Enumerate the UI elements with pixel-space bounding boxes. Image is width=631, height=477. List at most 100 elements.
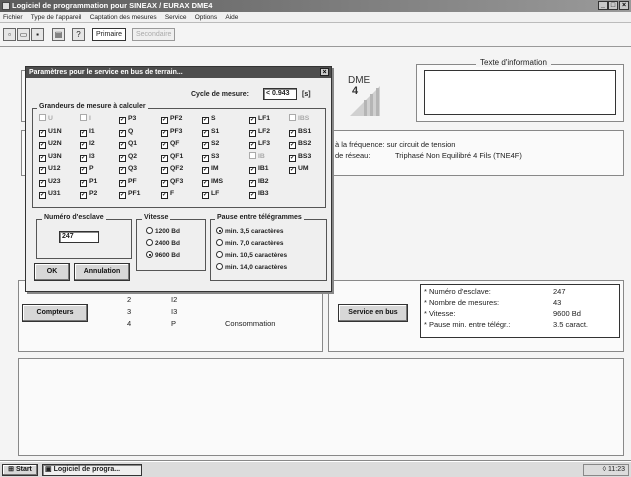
quantity-checkbox[interactable]: ✓ QF3	[161, 177, 183, 187]
quantity-checkbox[interactable]: ✓ Q	[119, 127, 133, 137]
quantity-checkbox[interactable]: ✓ U23	[39, 177, 60, 187]
quantity-checkbox[interactable]: ✓ P1	[80, 177, 97, 187]
quantity-checkbox[interactable]: ✓ QF	[161, 139, 179, 149]
quantity-checkbox[interactable]: ✓ U31	[39, 189, 60, 199]
quantity-label: P	[89, 165, 94, 172]
quantity-checkbox[interactable]: ✓ S2	[202, 139, 219, 149]
taskbar: ⊞ Start ▣ Logiciel de progra... ◊ 11:23	[0, 461, 631, 477]
taskbar-app-button[interactable]: ▣ Logiciel de progra...	[42, 464, 142, 476]
quantity-checkbox[interactable]: ✓ IB2	[249, 177, 269, 187]
close-window-button[interactable]: ×	[619, 1, 629, 10]
start-button[interactable]: ⊞ Start	[2, 464, 38, 476]
quantity-checkbox[interactable]: ✓ IMS	[202, 177, 223, 187]
quantity-checkbox[interactable]: ✓ Q2	[119, 152, 137, 162]
quantity-checkbox[interactable]: ✓ P3	[119, 114, 136, 124]
pause-radio[interactable]: min. 14,0 caractères	[216, 263, 287, 275]
quantity-label: UM	[298, 165, 309, 172]
quantity-label: Q2	[128, 152, 138, 160]
menu-aide[interactable]: Aide	[222, 12, 241, 23]
quantity-checkbox[interactable]: ✓ BS1	[289, 127, 311, 137]
speaker-icon[interactable]: ◊	[603, 466, 606, 473]
maximize-button[interactable]: □	[608, 1, 618, 10]
slave-number-field[interactable]: 247	[59, 231, 99, 243]
quantity-checkbox[interactable]: IBS	[289, 114, 309, 123]
secondary-button[interactable]: Secondaire	[132, 28, 176, 41]
checkmark-icon: ✓	[202, 167, 209, 174]
cycle-value-field[interactable]: < 0.943	[263, 88, 297, 100]
save-icon[interactable]: ▪	[31, 28, 44, 41]
pause-radio[interactable]: min. 10,5 caractères	[216, 251, 287, 263]
quantity-label: PF3	[170, 127, 183, 135]
checkmark-icon: ✓	[39, 179, 46, 187]
quantity-checkbox[interactable]: ✓ U3N	[39, 152, 62, 162]
quantity-checkbox[interactable]: U	[39, 114, 53, 123]
speed-radio[interactable]: 2400 Bd	[146, 239, 180, 251]
bus-service-button[interactable]: Service en bus	[338, 304, 408, 322]
quantity-checkbox[interactable]: ✓ LF1	[249, 114, 270, 124]
pause-radio[interactable]: min. 3,5 caractères	[216, 227, 287, 239]
menu-fichier[interactable]: Fichier	[0, 12, 26, 23]
quantity-checkbox[interactable]: ✓ S1	[202, 127, 219, 137]
minimize-button[interactable]: _	[598, 1, 608, 10]
print-icon[interactable]: ▤	[52, 28, 65, 41]
info-text-box[interactable]	[424, 70, 616, 115]
quantity-checkbox[interactable]: ✓ BS2	[289, 139, 311, 149]
quantity-checkbox[interactable]: ✓ I1	[80, 127, 95, 137]
quantity-checkbox[interactable]: ✓ LF2	[249, 127, 270, 137]
quantity-checkbox[interactable]: ✓ IB3	[249, 189, 269, 199]
quantity-checkbox[interactable]: ✓ IB1	[249, 164, 269, 174]
quantity-checkbox[interactable]: ✓ UM	[289, 164, 309, 174]
speed-radio[interactable]: 1200 Bd	[146, 227, 180, 239]
menu-type-appareil[interactable]: Type de l'appareil	[28, 12, 85, 23]
window-title: Logiciel de programmation pour SINEAX / …	[12, 1, 213, 10]
quantity-checkbox[interactable]: ✓ U12	[39, 164, 60, 174]
quantity-checkbox[interactable]: ✓ P	[80, 164, 94, 174]
bottom-panel	[18, 358, 624, 456]
speed-radio[interactable]: 9600 Bd	[146, 251, 180, 263]
quantity-checkbox[interactable]: ✓ PF2	[161, 114, 182, 124]
quantity-checkbox[interactable]: IB	[249, 151, 265, 161]
quantity-checkbox[interactable]: ✓ I2	[80, 139, 95, 149]
quantity-checkbox[interactable]: ✓ PF1	[119, 189, 140, 199]
menu-service[interactable]: Service	[162, 12, 190, 23]
counter-code: I2	[171, 295, 178, 304]
quantity-checkbox[interactable]: ✓ PF3	[161, 127, 182, 137]
quantity-checkbox[interactable]: ✓ IM	[202, 164, 219, 174]
checkmark-icon: ✓	[289, 167, 296, 174]
pause-radio[interactable]: min. 7,0 caractères	[216, 239, 287, 251]
logo-number: 4	[352, 85, 359, 97]
quantity-label: P1	[89, 177, 98, 185]
cancel-button[interactable]: Annulation	[74, 263, 130, 281]
quantity-checkbox[interactable]: ✓ PF	[119, 177, 137, 187]
help-icon[interactable]: ?	[72, 28, 85, 41]
quantity-checkbox[interactable]: ✓ QF1	[161, 152, 183, 162]
quantity-checkbox[interactable]: ✓ U1N	[39, 127, 62, 137]
quantity-checkbox[interactable]: I	[80, 114, 91, 123]
counters-button[interactable]: Compteurs	[22, 304, 88, 322]
quantity-checkbox[interactable]: ✓ LF	[202, 189, 219, 199]
quantity-checkbox[interactable]: ✓ LF3	[249, 139, 270, 149]
open-icon[interactable]: ▭	[17, 28, 30, 41]
app-icon[interactable]	[2, 2, 10, 10]
dialog-title-bar: Paramètres pour le service en bus de ter…	[26, 67, 331, 78]
quantity-checkbox[interactable]: ✓ U2N	[39, 139, 62, 149]
quantity-checkbox[interactable]: ✓ F	[161, 189, 174, 199]
quantity-checkbox[interactable]: ✓ Q1	[119, 139, 137, 149]
info-panel-title: Texte d'information	[476, 58, 551, 67]
primary-button[interactable]: Primaire	[92, 28, 127, 41]
quantity-checkbox[interactable]: ✓ P2	[80, 189, 97, 199]
menu-captation[interactable]: Captation des mesures	[87, 12, 160, 23]
quantity-checkbox[interactable]: ✓ BS3	[289, 152, 311, 162]
new-icon[interactable]: ▫	[3, 28, 16, 41]
ok-button[interactable]: OK	[34, 263, 70, 281]
quantity-checkbox[interactable]: ✓ S3	[202, 152, 219, 162]
quantity-label: U2N	[48, 140, 62, 147]
checkmark-icon: ✓	[39, 129, 46, 137]
quantity-checkbox[interactable]: ✓ I3	[80, 152, 95, 162]
quantity-checkbox[interactable]: ✓ QF2	[161, 164, 183, 174]
quantity-checkbox[interactable]: ✓ Q3	[119, 164, 137, 174]
quantity-checkbox[interactable]: ✓ S	[202, 114, 216, 124]
dialog-close-icon[interactable]: ×	[320, 68, 329, 76]
menu-options[interactable]: Options	[192, 12, 220, 23]
pause-title: Pause entre télégrammes	[215, 214, 304, 221]
